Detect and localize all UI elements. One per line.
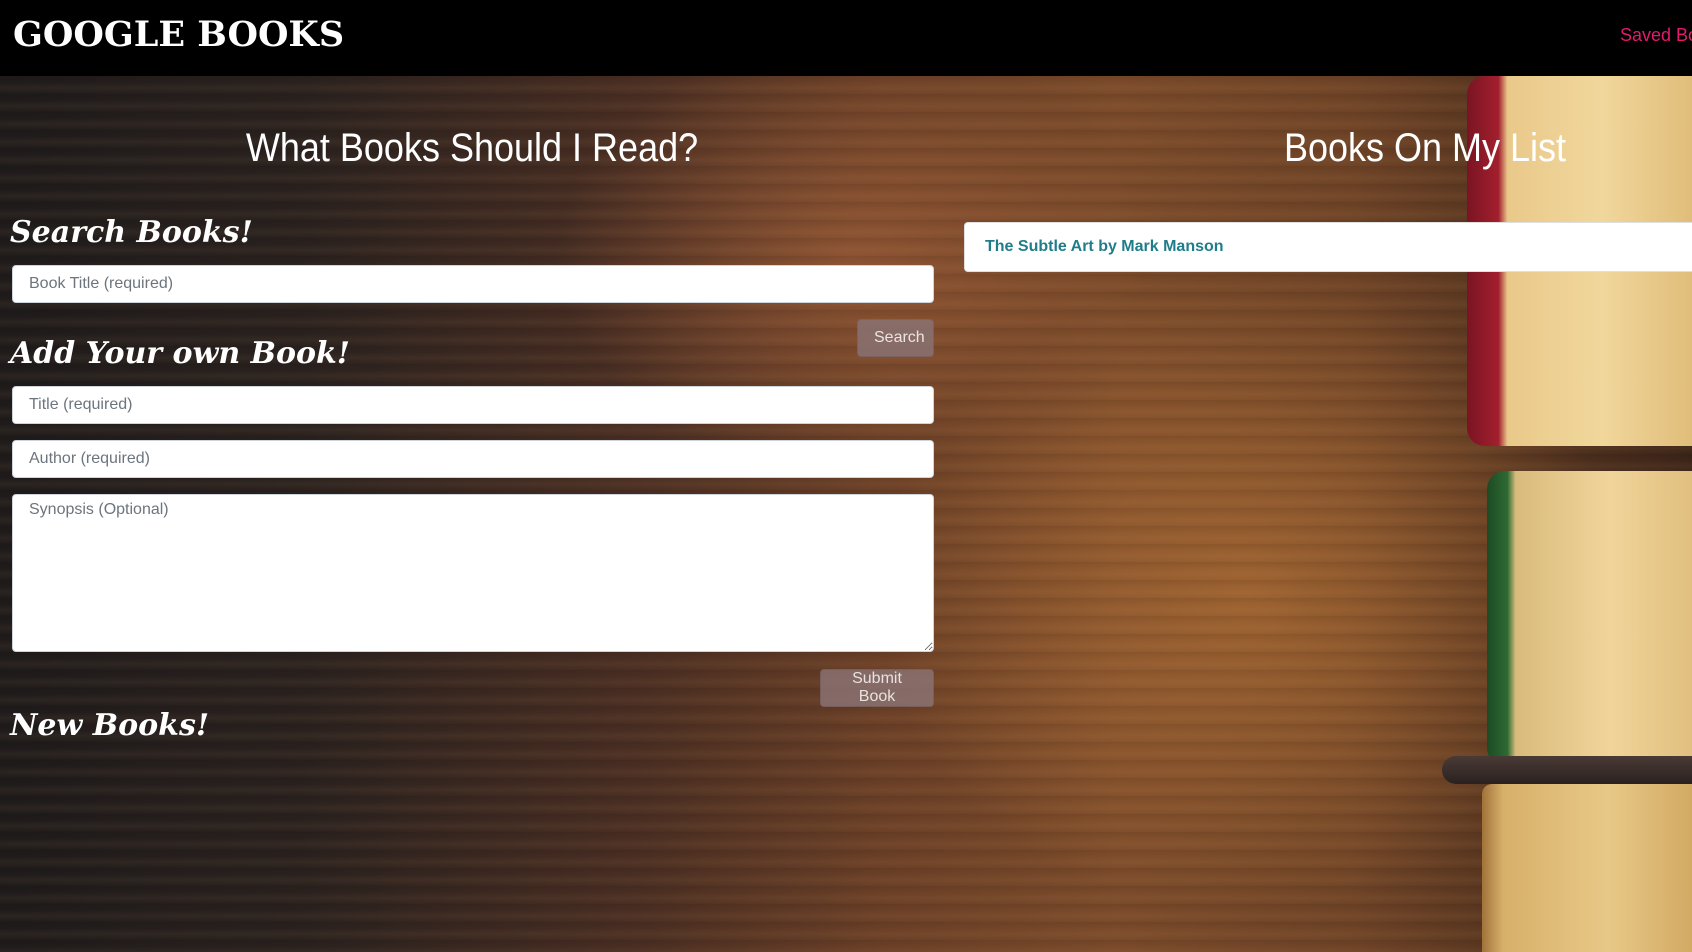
main-content: What Books Should I Read? Search Books! … (0, 76, 1692, 952)
saved-books-link[interactable]: Saved Books (1620, 25, 1692, 46)
brand-logo[interactable]: GOOGLE BOOKS (13, 14, 344, 55)
add-book-heading: Add Your own Book! (10, 336, 350, 371)
search-heading: Search Books! (10, 215, 253, 250)
navbar: GOOGLE BOOKS Saved Books (0, 0, 1692, 76)
right-column-title: Books On My List (1283, 126, 1567, 170)
book-search-input[interactable] (12, 265, 934, 303)
submit-book-button[interactable]: Submit Book (820, 669, 934, 707)
title-input[interactable] (12, 386, 934, 424)
saved-book-item: The Subtle Art by Mark Manson (964, 222, 1692, 272)
saved-book-link[interactable]: The Subtle Art by Mark Manson (985, 238, 1224, 255)
left-column-title: What Books Should I Read? (245, 126, 699, 170)
author-input[interactable] (12, 440, 934, 478)
new-books-heading: New Books! (10, 708, 209, 743)
search-button[interactable]: Search (857, 319, 934, 357)
synopsis-textarea[interactable] (12, 494, 934, 652)
